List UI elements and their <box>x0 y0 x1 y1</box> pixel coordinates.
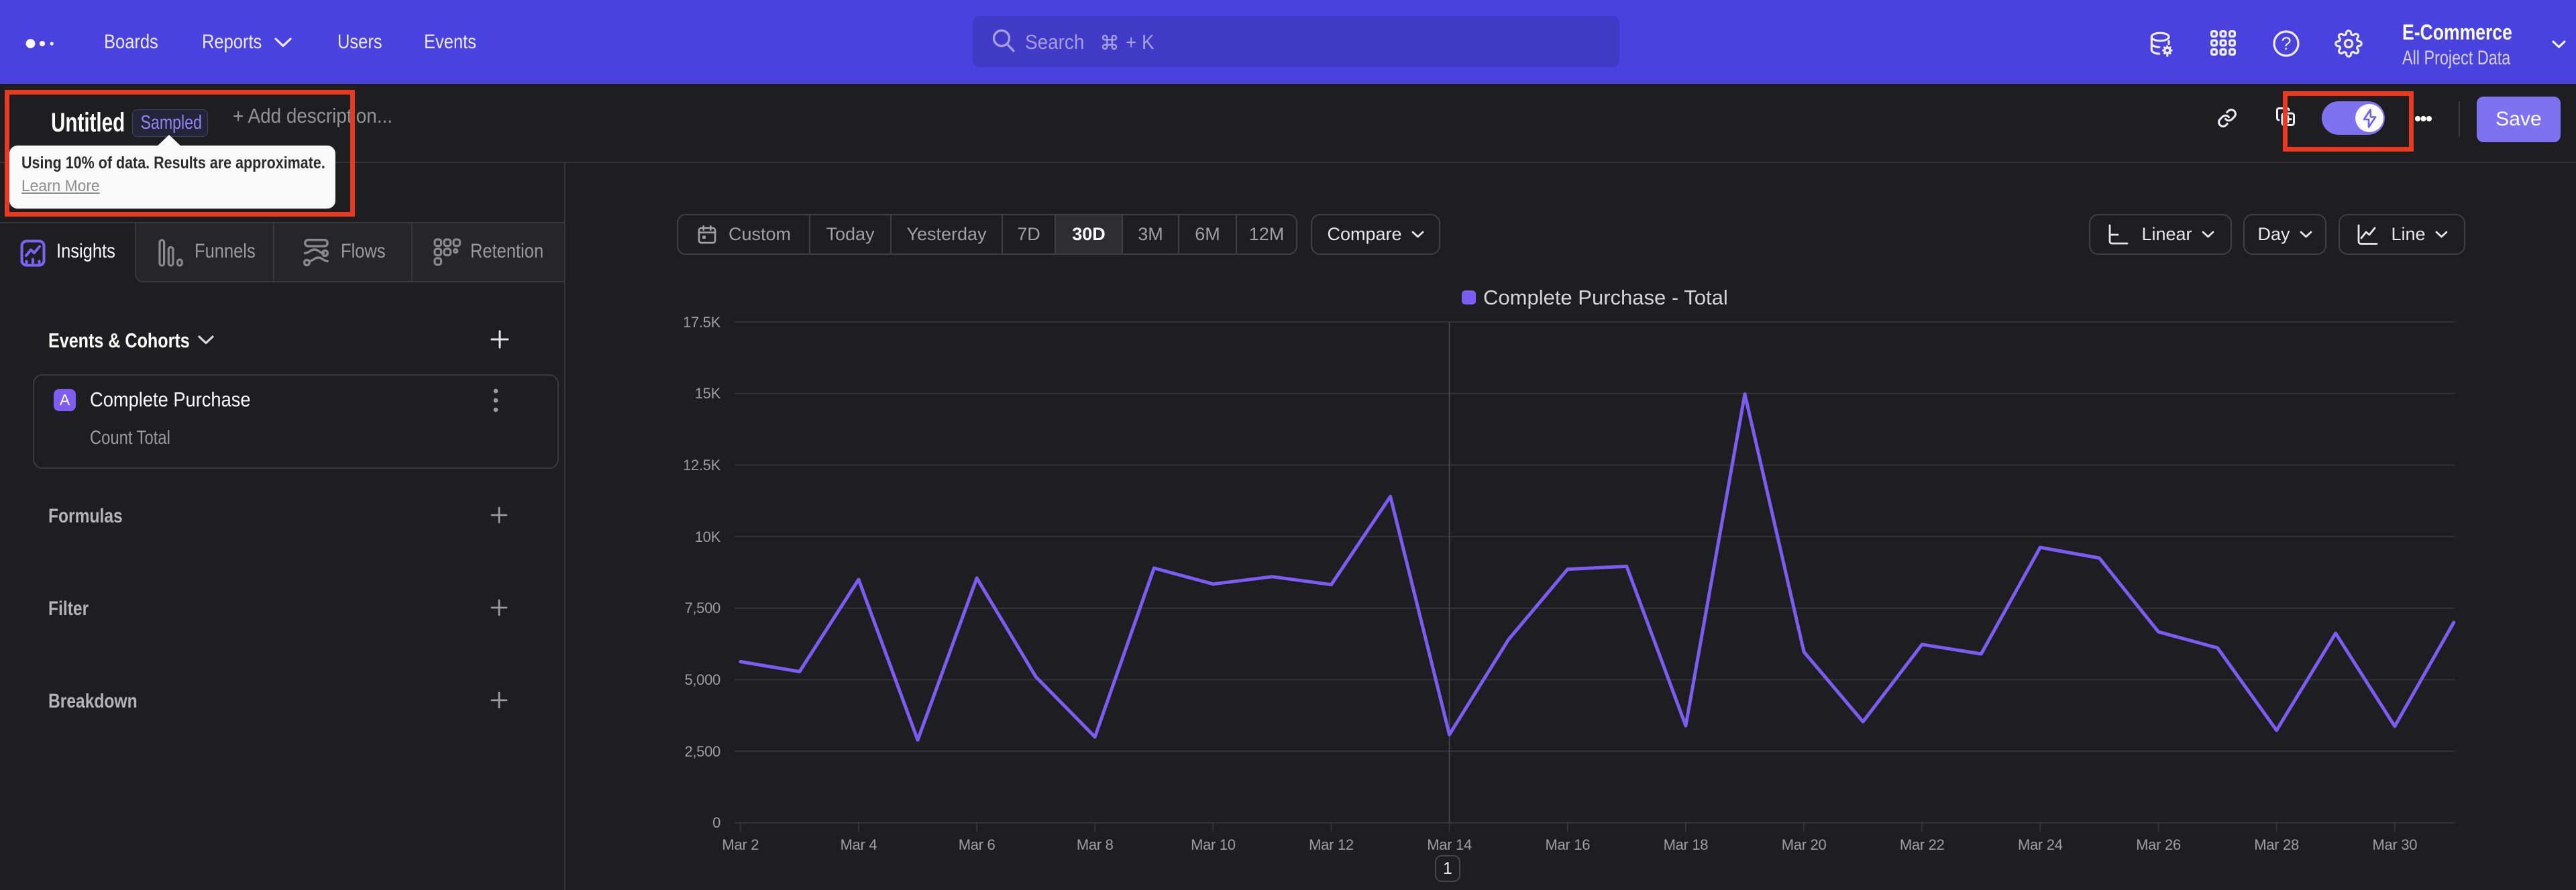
svg-text:Mar 20: Mar 20 <box>1782 836 1827 853</box>
svg-text:Mar 28: Mar 28 <box>2254 836 2299 853</box>
svg-text:Mar 16: Mar 16 <box>1545 836 1590 853</box>
svg-text:Mar 6: Mar 6 <box>959 836 996 853</box>
svg-text:Mar 22: Mar 22 <box>1900 836 1945 853</box>
svg-text:Mar 2: Mar 2 <box>722 836 759 853</box>
svg-text:10K: 10K <box>695 529 721 545</box>
svg-text:5,000: 5,000 <box>684 671 720 688</box>
svg-text:Mar 26: Mar 26 <box>2136 836 2181 853</box>
svg-text:Mar 14: Mar 14 <box>1427 836 1472 853</box>
svg-text:Mar 18: Mar 18 <box>1664 836 1709 853</box>
svg-text:Mar 10: Mar 10 <box>1191 836 1236 853</box>
svg-text:Mar 12: Mar 12 <box>1309 836 1354 853</box>
svg-text:15K: 15K <box>695 385 721 402</box>
svg-text:Mar 24: Mar 24 <box>2018 836 2063 853</box>
svg-text:Mar 4: Mar 4 <box>841 836 877 853</box>
svg-text:17.5K: 17.5K <box>683 314 721 331</box>
svg-text:Mar 30: Mar 30 <box>2372 836 2417 853</box>
svg-text:2,500: 2,500 <box>684 743 720 760</box>
svg-text:12.5K: 12.5K <box>683 457 721 474</box>
svg-text:0: 0 <box>712 814 720 831</box>
svg-text:Mar 8: Mar 8 <box>1077 836 1114 853</box>
svg-text:7,500: 7,500 <box>684 600 720 616</box>
